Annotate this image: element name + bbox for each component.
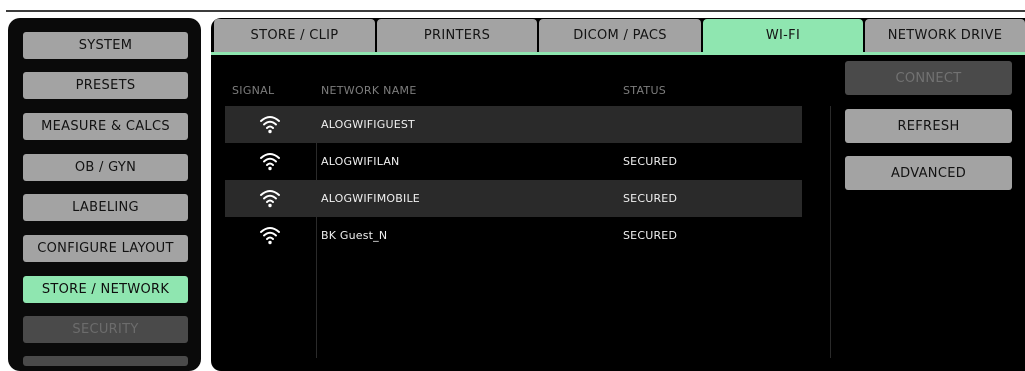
wifi-signal-icon bbox=[260, 227, 280, 245]
sidebar-item-more[interactable] bbox=[23, 356, 188, 366]
settings-tabs: STORE / CLIP PRINTERS DICOM / PACS WI-FI… bbox=[211, 18, 1025, 55]
sidebar-item-security[interactable]: SECURITY bbox=[23, 316, 188, 343]
sidebar-item-presets[interactable]: PRESETS bbox=[23, 72, 188, 99]
column-header-signal: SIGNAL bbox=[232, 84, 275, 97]
sidebar-item-labeling[interactable]: LABELING bbox=[23, 194, 188, 221]
sidebar-item-system[interactable]: SYSTEM bbox=[23, 32, 188, 59]
column-header-status: STATUS bbox=[623, 84, 667, 97]
column-header-network-name: NETWORK NAME bbox=[321, 84, 417, 97]
tab-underline bbox=[211, 52, 1025, 55]
tab-network-drive[interactable]: NETWORK DRIVE bbox=[865, 19, 1025, 52]
tab-printers[interactable]: PRINTERS bbox=[377, 19, 537, 52]
sidebar-item-store-network[interactable]: STORE / NETWORK bbox=[23, 276, 188, 303]
network-name: ALOGWIFIGUEST bbox=[321, 118, 415, 131]
network-row[interactable]: ALOGWIFILAN SECURED bbox=[225, 143, 802, 180]
wifi-settings-panel: STORE / CLIP PRINTERS DICOM / PACS WI-FI… bbox=[211, 18, 1025, 371]
network-status: SECURED bbox=[623, 155, 678, 168]
network-row[interactable]: ALOGWIFIMOBILE SECURED bbox=[225, 180, 802, 217]
sidebar-item-configure-layout[interactable]: CONFIGURE LAYOUT bbox=[23, 235, 188, 262]
network-name: ALOGWIFIMOBILE bbox=[321, 192, 420, 205]
sidebar-item-ob-gyn[interactable]: OB / GYN bbox=[23, 154, 188, 181]
connect-button[interactable]: CONNECT bbox=[845, 61, 1012, 95]
network-status: SECURED bbox=[623, 229, 678, 242]
network-row[interactable]: ALOGWIFIGUEST bbox=[225, 106, 802, 143]
tab-store-clip[interactable]: STORE / CLIP bbox=[214, 19, 375, 52]
network-row[interactable]: BK Guest_N SECURED bbox=[225, 217, 802, 254]
refresh-button[interactable]: REFRESH bbox=[845, 109, 1012, 143]
tab-dicom-pacs[interactable]: DICOM / PACS bbox=[539, 19, 701, 52]
column-divider bbox=[316, 106, 317, 358]
settings-sidebar: SYSTEM PRESETS MEASURE & CALCS OB / GYN … bbox=[8, 18, 201, 371]
network-status: SECURED bbox=[623, 192, 678, 205]
advanced-button[interactable]: ADVANCED bbox=[845, 156, 1012, 190]
network-name: BK Guest_N bbox=[321, 229, 388, 242]
wifi-signal-icon bbox=[260, 190, 280, 208]
tab-wi-fi[interactable]: WI-FI bbox=[703, 19, 863, 52]
wifi-signal-icon bbox=[260, 116, 280, 134]
table-right-edge bbox=[830, 106, 831, 358]
sidebar-item-measure-calcs[interactable]: MEASURE & CALCS bbox=[23, 113, 188, 140]
top-divider bbox=[6, 10, 1025, 12]
wifi-signal-icon bbox=[260, 153, 280, 171]
network-name: ALOGWIFILAN bbox=[321, 155, 400, 168]
